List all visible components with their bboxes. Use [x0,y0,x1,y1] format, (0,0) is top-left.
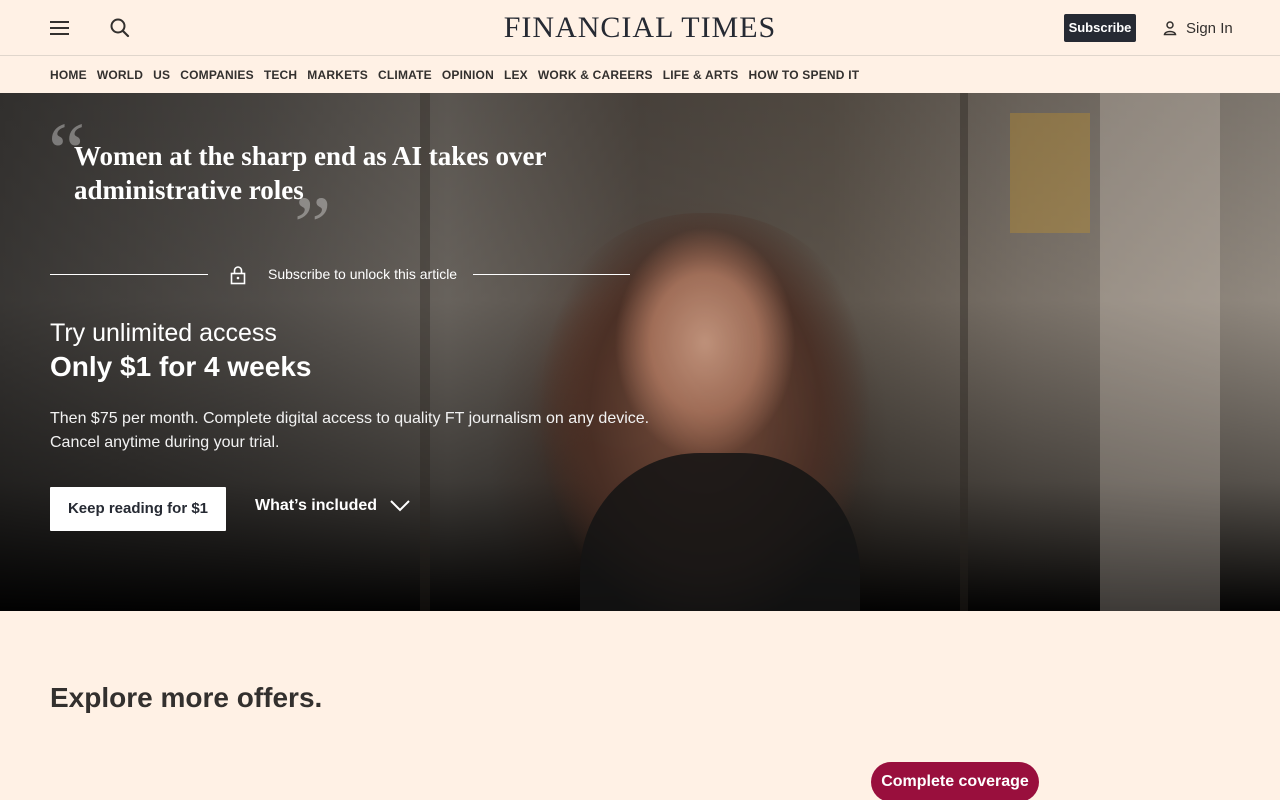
offer-price: Only $1 for 4 weeks [50,351,312,382]
offer-description: Then $75 per month. Complete digital acc… [50,410,650,451]
explore-offers-heading: Explore more offers. [50,682,323,713]
background-shelf [960,93,968,611]
nav-item-tech[interactable]: TECH [264,68,297,82]
menu-icon[interactable] [50,18,70,38]
background-shelf [1010,113,1090,233]
nav-item-climate[interactable]: CLIMATE [378,68,432,82]
nav-item-us[interactable]: US [153,68,170,82]
divider-line-left [50,274,208,275]
nav-item-lex[interactable]: LEX [504,68,528,82]
nav-item-home[interactable]: HOME [50,68,87,82]
nav-item-how-to-spend-it[interactable]: HOW TO SPEND IT [748,68,859,82]
whats-included-toggle[interactable]: What’s included [255,497,411,515]
keep-reading-button[interactable]: Keep reading for $1 [50,487,226,531]
sign-in-label: Sign In [1186,19,1233,37]
background-shelf [1100,93,1220,611]
user-icon [1163,21,1177,36]
paywall-hero: “ Women at the sharp end as AI takes ove… [0,93,1280,611]
nav-item-markets[interactable]: MARKETS [307,68,368,82]
quote-close-icon: ” [294,180,332,273]
complete-coverage-badge[interactable]: Complete coverage [871,762,1039,800]
subscribe-button[interactable]: Subscribe [1064,14,1136,42]
nav-item-life-arts[interactable]: LIFE & ARTS [663,68,739,82]
lock-icon [230,266,246,285]
sign-in-link[interactable]: Sign In [1162,18,1233,38]
nav-item-opinion[interactable]: OPINION [442,68,494,82]
offer-intro: Try unlimited access [50,319,277,347]
unlock-divider: Subscribe to unlock this article [50,263,630,287]
article-headline: Women at the sharp end as AI takes over … [74,141,547,205]
section-nav: HOME WORLD US COMPANIES TECH MARKETS CLI… [0,56,1280,93]
divider-line-right [473,274,630,275]
nav-item-world[interactable]: WORLD [97,68,143,82]
unlock-text: Subscribe to unlock this article [268,266,458,282]
chevron-down-icon [390,500,410,512]
ft-logo[interactable]: FINANCIAL TIMES [440,10,840,46]
whats-included-label: What’s included [255,497,378,514]
nav-item-work-careers[interactable]: WORK & CAREERS [538,68,653,82]
nav-item-companies[interactable]: COMPANIES [180,68,254,82]
search-icon[interactable] [108,16,132,40]
site-header: FINANCIAL TIMES Subscribe Sign In [0,0,1280,56]
